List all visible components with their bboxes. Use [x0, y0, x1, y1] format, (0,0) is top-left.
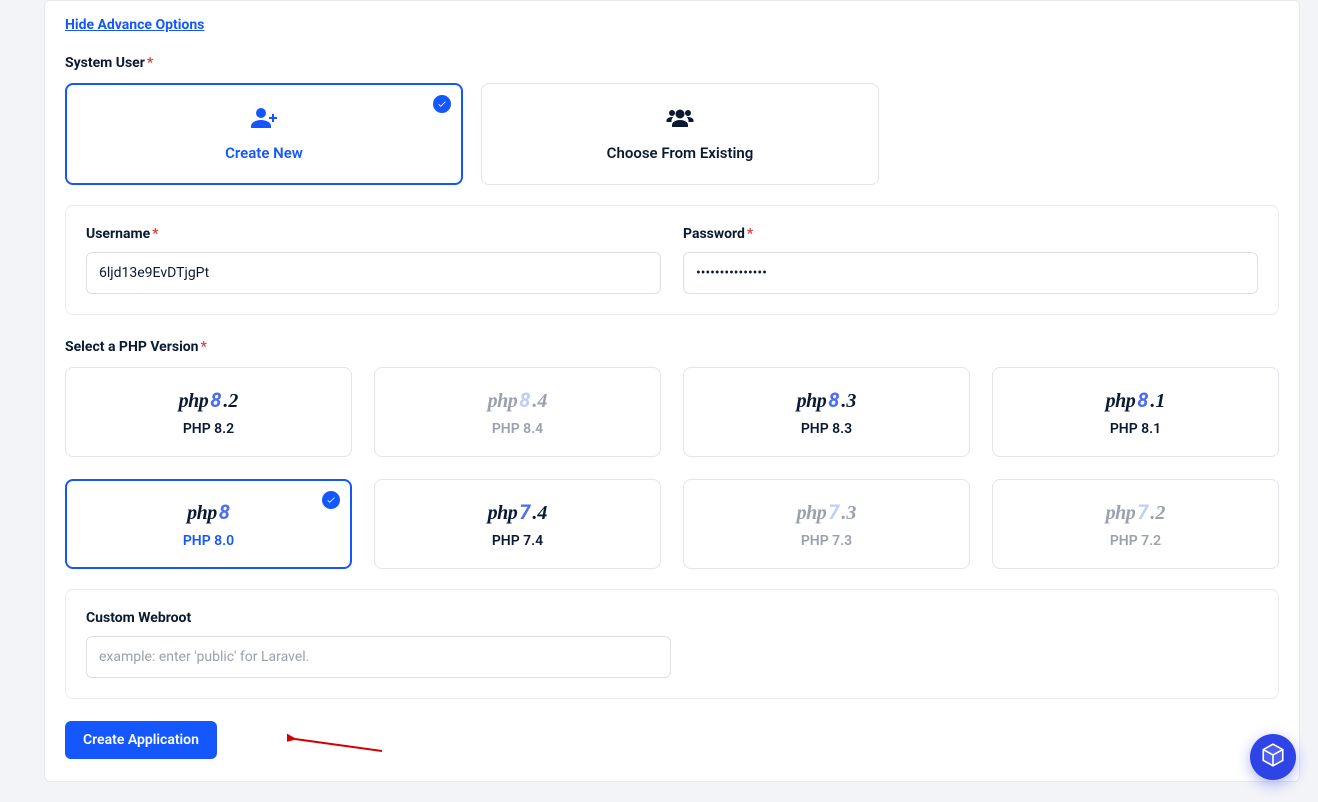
- php-logo-minor: .3: [841, 390, 856, 413]
- annotation-arrow-icon: [287, 731, 387, 759]
- php-version-label: PHP 7.3: [801, 533, 852, 549]
- php-logo-word: php: [179, 390, 209, 413]
- system-user-label-text: System User: [65, 55, 145, 71]
- php-logo: php8.4: [488, 388, 548, 413]
- php-version-section: Select a PHP Version* php8.2PHP 8.2php8.…: [65, 339, 1279, 569]
- php-logo-minor: .4: [532, 390, 547, 413]
- php-version-label: PHP 8.2: [183, 421, 234, 437]
- php-logo-word: php: [187, 502, 217, 525]
- application-form-panel: Hide Advance Options System User* Create…: [44, 0, 1300, 782]
- username-label-text: Username: [86, 226, 150, 242]
- php-version-label: PHP 8.3: [801, 421, 852, 437]
- php-logo-major: 7: [828, 500, 839, 524]
- password-label-text: Password: [683, 226, 745, 242]
- php-logo: php7.2: [1106, 500, 1166, 525]
- php-logo: php8.2: [179, 388, 239, 413]
- php-logo-major: 7: [519, 500, 530, 524]
- php-logo-word: php: [1106, 390, 1136, 413]
- php-version-label-text: Select a PHP Version: [65, 339, 199, 355]
- php-version-option[interactable]: php8.4 PHP 8.4: [374, 367, 661, 457]
- system-user-choose-existing[interactable]: Choose From Existing: [481, 83, 879, 185]
- php-logo-word: php: [797, 390, 827, 413]
- system-user-choose-existing-label: Choose From Existing: [607, 144, 754, 162]
- username-label: Username*: [86, 226, 661, 242]
- php-logo-minor: .1: [1150, 390, 1165, 413]
- php-version-label: Select a PHP Version*: [65, 339, 1279, 355]
- php-logo-word: php: [797, 502, 827, 525]
- php-logo-major: 8: [210, 388, 221, 412]
- php-logo-major: 8: [828, 388, 839, 412]
- php-logo: php7.4: [488, 500, 548, 525]
- php-logo-word: php: [488, 390, 518, 413]
- php-logo-minor: .4: [532, 502, 547, 525]
- php-version-label: PHP 8.4: [492, 421, 543, 437]
- system-user-create-new-label: Create New: [225, 144, 303, 162]
- php-version-grid: php8.2PHP 8.2php8.4PHP 8.4php8.3PHP 8.3p…: [65, 367, 1279, 569]
- username-input[interactable]: [86, 252, 661, 294]
- password-label: Password*: [683, 226, 1258, 242]
- webroot-input[interactable]: [86, 636, 671, 678]
- php-version-label: PHP 8.1: [1110, 421, 1161, 437]
- username-field-wrap: Username*: [86, 226, 661, 294]
- webroot-label: Custom Webroot: [86, 610, 1258, 626]
- help-fab[interactable]: [1250, 734, 1296, 780]
- credentials-panel: Username* Password*: [65, 205, 1279, 315]
- php-logo: php8.1: [1106, 388, 1166, 413]
- php-version-option[interactable]: php7.3 PHP 7.3: [683, 479, 970, 569]
- php-logo: php8: [187, 500, 230, 525]
- php-logo-major: 8: [219, 500, 230, 524]
- system-user-options: Create New Choose From Existing: [65, 83, 1279, 185]
- required-asterisk: *: [147, 55, 153, 71]
- php-logo-minor: .2: [1150, 502, 1165, 525]
- webroot-panel: Custom Webroot: [65, 589, 1279, 699]
- php-version-option[interactable]: php7.4 PHP 7.4: [374, 479, 661, 569]
- user-plus-icon: [249, 106, 279, 134]
- php-version-option[interactable]: php7.2 PHP 7.2: [992, 479, 1279, 569]
- users-icon: [665, 106, 695, 134]
- required-asterisk: *: [152, 226, 158, 242]
- check-icon: [433, 95, 451, 113]
- php-version-option[interactable]: php8.2 PHP 8.2: [65, 367, 352, 457]
- check-icon: [322, 491, 340, 509]
- php-version-label: PHP 7.4: [492, 533, 543, 549]
- cube-icon: [1260, 742, 1286, 772]
- php-logo-major: 7: [1137, 500, 1148, 524]
- php-logo-major: 8: [1137, 388, 1148, 412]
- php-logo-minor: .3: [841, 502, 856, 525]
- php-logo-word: php: [488, 502, 518, 525]
- php-logo: php7.3: [797, 500, 857, 525]
- php-version-label: PHP 8.0: [183, 533, 234, 549]
- required-asterisk: *: [747, 226, 753, 242]
- php-logo-word: php: [1106, 502, 1136, 525]
- php-version-label: PHP 7.2: [1110, 533, 1161, 549]
- password-input[interactable]: [683, 252, 1258, 294]
- php-logo-minor: .2: [223, 390, 238, 413]
- password-field-wrap: Password*: [683, 226, 1258, 294]
- system-user-create-new[interactable]: Create New: [65, 83, 463, 185]
- php-version-option[interactable]: php8.3 PHP 8.3: [683, 367, 970, 457]
- system-user-label: System User*: [65, 55, 1279, 71]
- hide-advance-options-link[interactable]: Hide Advance Options: [65, 17, 204, 33]
- php-version-option[interactable]: php8.1 PHP 8.1: [992, 367, 1279, 457]
- create-application-button[interactable]: Create Application: [65, 721, 217, 759]
- php-logo-major: 8: [519, 388, 530, 412]
- required-asterisk: *: [201, 339, 207, 355]
- php-version-option[interactable]: php8 PHP 8.0: [65, 479, 352, 569]
- php-logo: php8.3: [797, 388, 857, 413]
